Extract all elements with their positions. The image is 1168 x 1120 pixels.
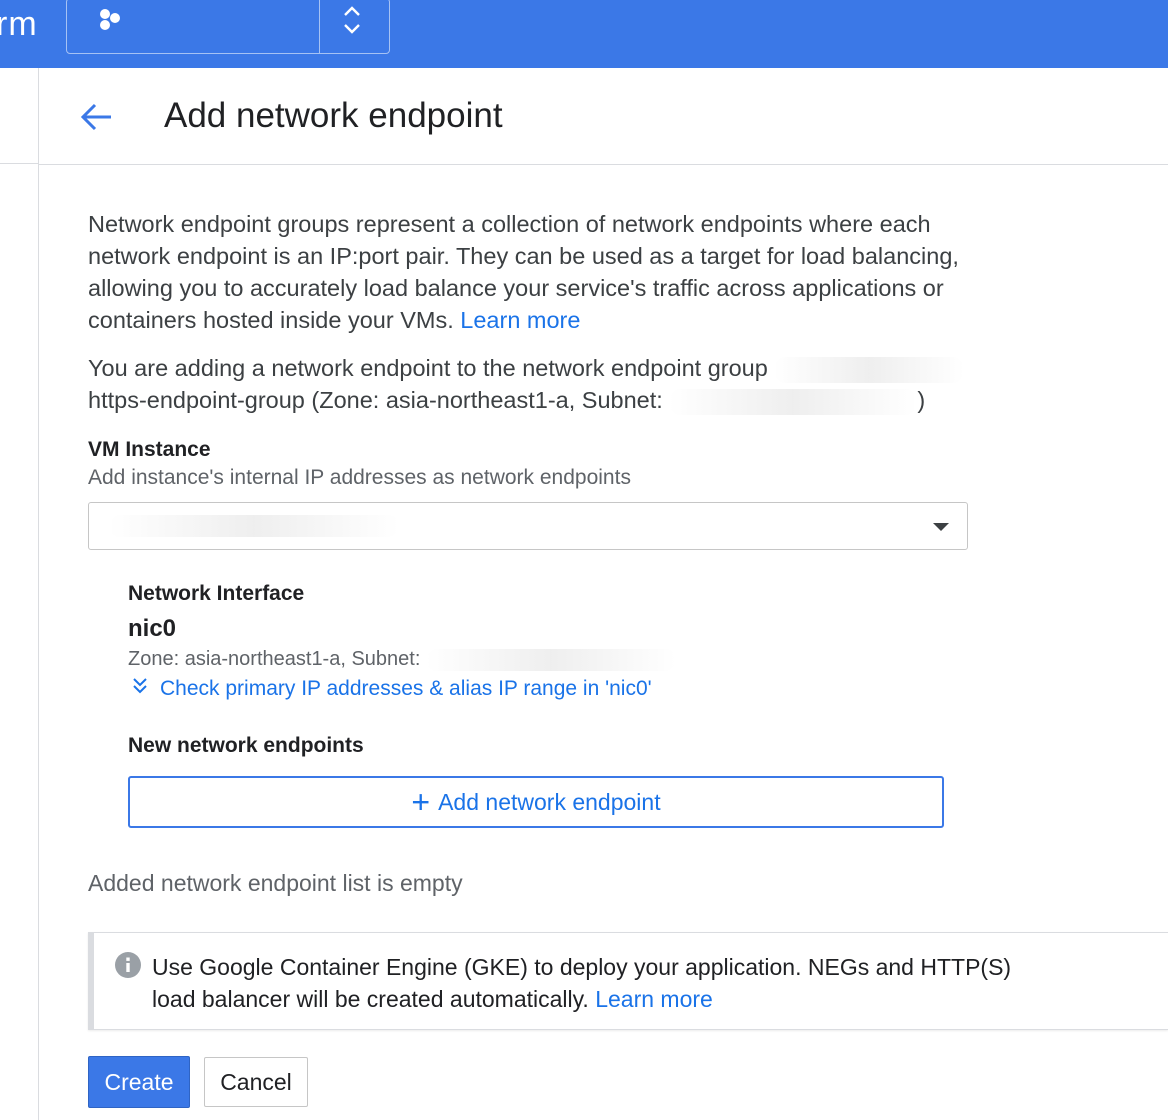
group-info-paragraph: You are adding a network endpoint to the… bbox=[88, 352, 968, 416]
top-app-bar: rm bbox=[0, 0, 1168, 68]
new-endpoints-label: New network endpoints bbox=[128, 734, 364, 757]
info-icon bbox=[114, 951, 142, 984]
vm-instance-select[interactable] bbox=[88, 502, 968, 550]
left-nav-rail bbox=[0, 68, 39, 1120]
learn-more-link[interactable]: Learn more bbox=[460, 307, 580, 333]
group-info-line: https-endpoint-group (Zone: asia-northea… bbox=[88, 387, 663, 413]
gke-info-box: Use Google Container Engine (GKE) to dep… bbox=[88, 932, 1168, 1030]
check-ip-link-text: Check primary IP addresses & alias IP ra… bbox=[160, 677, 652, 700]
plus-icon: + bbox=[411, 784, 431, 820]
arrow-back-icon[interactable] bbox=[79, 102, 113, 137]
page-header: Add network endpoint bbox=[39, 68, 1168, 165]
info-text-block: Use Google Container Engine (GKE) to dep… bbox=[152, 951, 1052, 1015]
nic-zone-line: Zone: asia-northeast1-a, Subnet: bbox=[128, 648, 676, 671]
add-endpoint-button-label: Add network endpoint bbox=[438, 788, 661, 815]
redacted-subnet bbox=[669, 388, 918, 415]
network-interface-label: Network Interface bbox=[128, 582, 305, 605]
group-info-suffix: ) bbox=[917, 387, 926, 413]
project-selector[interactable] bbox=[66, 0, 390, 54]
group-info-prefix: You are adding a network endpoint to the… bbox=[88, 355, 768, 381]
redacted-text bbox=[774, 356, 965, 383]
redacted-vm-name bbox=[109, 515, 399, 537]
dropdown-caret-icon bbox=[933, 523, 949, 531]
add-network-endpoint-button[interactable]: + Add network endpoint bbox=[128, 776, 944, 828]
vm-instance-hint: Add instance's internal IP addresses as … bbox=[88, 466, 631, 489]
picker-divider bbox=[319, 0, 320, 53]
redacted-nic-subnet bbox=[425, 648, 676, 671]
create-button[interactable]: Create bbox=[88, 1056, 190, 1108]
vm-instance-label: VM Instance bbox=[88, 438, 211, 461]
cancel-button[interactable]: Cancel bbox=[204, 1057, 308, 1107]
intro-paragraph: Network endpoint groups represent a coll… bbox=[88, 208, 968, 336]
check-ip-expand-link[interactable]: Check primary IP addresses & alias IP ra… bbox=[128, 676, 652, 702]
info-text: Use Google Container Engine (GKE) to dep… bbox=[152, 954, 1012, 1012]
nic-name: nic0 bbox=[128, 615, 177, 642]
chevron-up-down-icon[interactable] bbox=[341, 3, 363, 42]
rail-divider bbox=[0, 163, 38, 164]
empty-list-message: Added network endpoint list is empty bbox=[88, 870, 463, 896]
hexagon-cluster-icon bbox=[95, 5, 127, 42]
nic-zone-text: Zone: asia-northeast1-a, Subnet: bbox=[128, 648, 421, 670]
app-brand-text[interactable]: rm bbox=[0, 4, 38, 44]
page-title: Add network endpoint bbox=[164, 96, 503, 135]
double-chevron-down-icon bbox=[132, 676, 148, 702]
info-learn-more-link[interactable]: Learn more bbox=[595, 986, 713, 1012]
